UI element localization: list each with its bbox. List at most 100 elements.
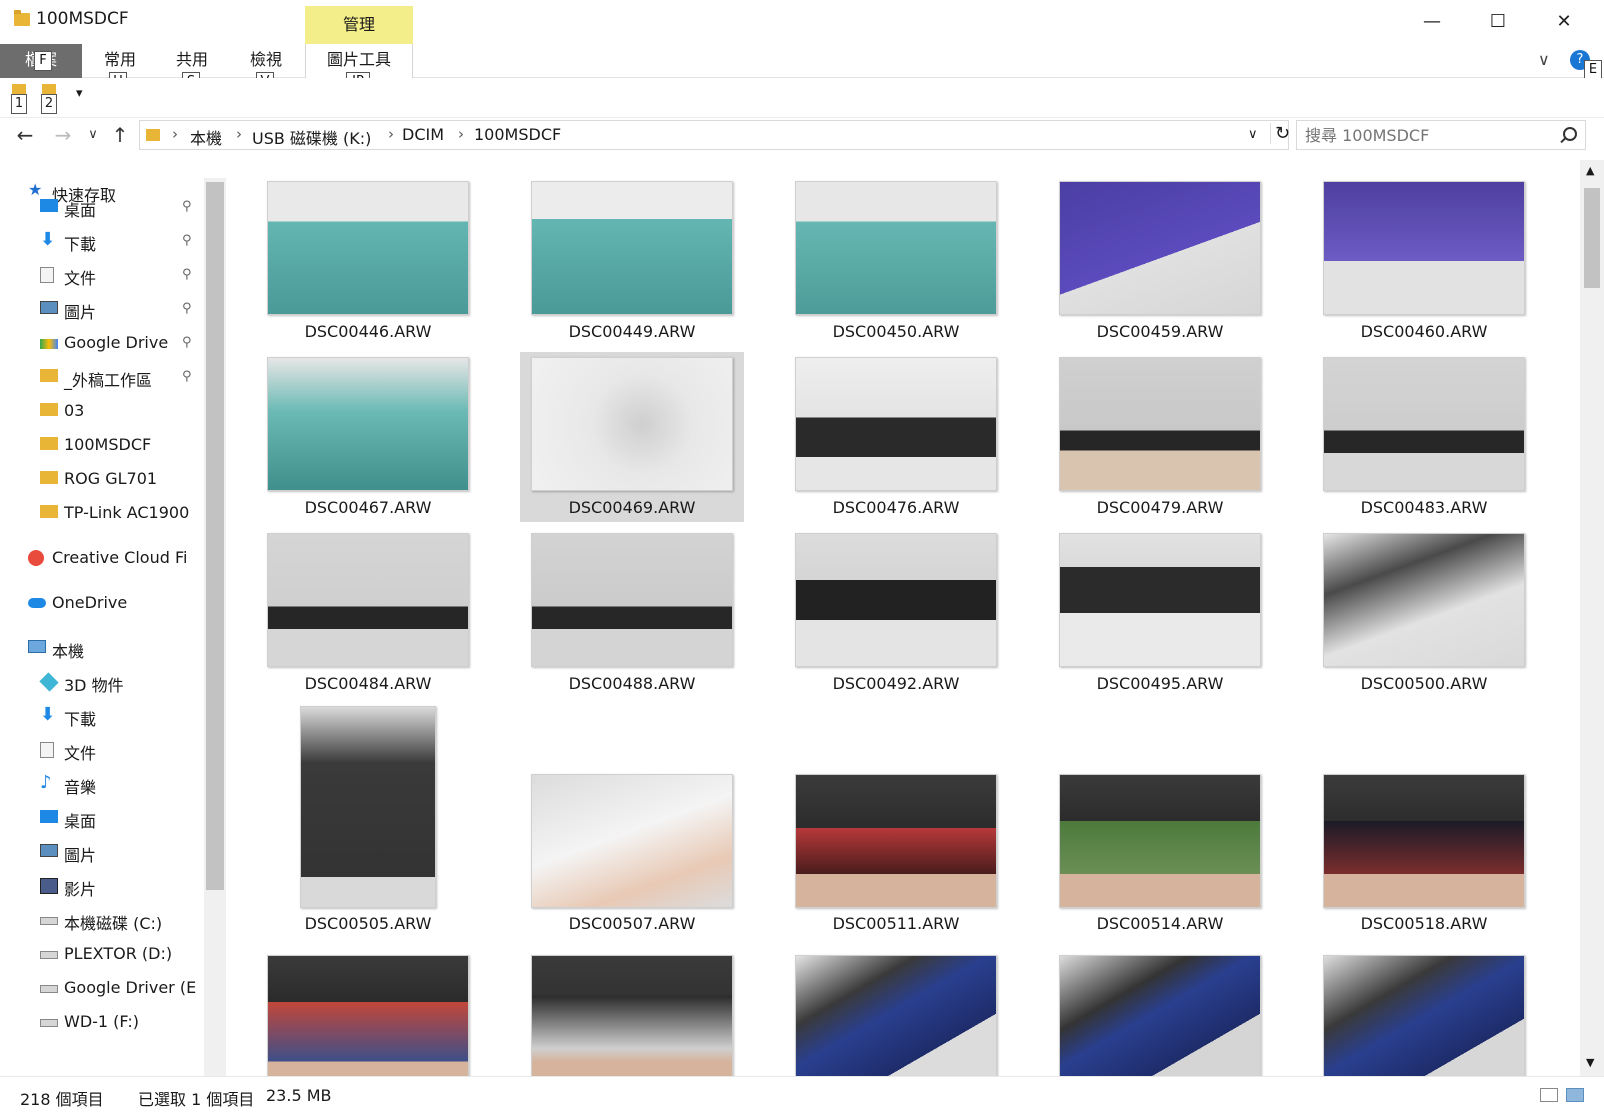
breadcrumb-separator[interactable]: ›	[172, 125, 178, 143]
file-tile[interactable]	[1312, 950, 1536, 1076]
sidebar-item[interactable]: ⬇ 下載	[0, 702, 204, 732]
file-tile[interactable]	[520, 950, 744, 1076]
file-tile[interactable]: DSC00511.ARW	[784, 706, 1008, 933]
sidebar-item[interactable]: PLEXTOR (D:)	[0, 940, 204, 970]
file-tile[interactable]: DSC00483.ARW	[1312, 352, 1536, 522]
sidebar-item[interactable]: ♪ 音樂	[0, 770, 204, 800]
back-button[interactable]: ←	[12, 121, 38, 149]
file-tile[interactable]: DSC00518.ARW	[1312, 706, 1536, 933]
address-dropdown-icon[interactable]: ∨	[1248, 127, 1258, 142]
sidebar-item-label: WD-1 (F:)	[64, 1012, 140, 1031]
minimize-button[interactable]: —	[1408, 6, 1456, 38]
sidebar-item[interactable]: 文件	[0, 736, 204, 766]
up-button[interactable]: ↑	[107, 121, 133, 149]
file-tile[interactable]	[256, 950, 480, 1076]
breadcrumb-this-pc[interactable]: 本機	[190, 125, 222, 149]
address-bar[interactable]: › 本機 › USB 磁碟機 (K:) › DCIM › 100MSDCF ∨ …	[139, 120, 1290, 150]
file-tile[interactable]: DSC00469.ARW	[520, 352, 744, 522]
file-name: DSC00460.ARW	[1360, 322, 1488, 341]
scroll-up-icon[interactable]: ▲	[1586, 164, 1594, 177]
file-tile[interactable]	[784, 950, 1008, 1076]
sidebar-item[interactable]: 桌面	[0, 804, 204, 834]
photo-thumbnail	[795, 955, 997, 1076]
file-name: DSC00449.ARW	[568, 322, 696, 341]
sidebar-item[interactable]: TP-Link AC1900	[0, 499, 204, 529]
file-tile[interactable]: DSC00492.ARW	[784, 528, 1008, 698]
file-tile[interactable]	[1048, 950, 1272, 1076]
breadcrumb-separator[interactable]: ›	[388, 125, 394, 143]
onedrive-icon	[28, 598, 46, 608]
computer-icon	[28, 640, 46, 653]
file-tile[interactable]: DSC00479.ARW	[1048, 352, 1272, 522]
large-icons-view-icon[interactable]	[1566, 1088, 1584, 1102]
sidebar-item[interactable]: 圖片	[0, 838, 204, 868]
search-input[interactable]	[1305, 124, 1555, 146]
scrollbar-thumb[interactable]	[1584, 188, 1600, 288]
file-tile[interactable]: DSC00460.ARW	[1312, 176, 1536, 346]
sidebar-item[interactable]: 桌面 ⚲	[0, 193, 204, 223]
breadcrumb-usb-drive[interactable]: USB 磁碟機 (K:)	[252, 125, 371, 149]
photo-thumbnail	[267, 533, 469, 667]
file-tile[interactable]: DSC00467.ARW	[256, 352, 480, 522]
file-tile[interactable]: DSC00446.ARW	[256, 176, 480, 346]
file-tile[interactable]: DSC00500.ARW	[1312, 528, 1536, 698]
photo-thumbnail	[1323, 181, 1525, 315]
sidebar-item[interactable]: 本機磁碟 (C:)	[0, 906, 204, 936]
manage-context-label[interactable]: 管理	[305, 6, 413, 44]
file-name: DSC00450.ARW	[832, 322, 960, 341]
sidebar-item[interactable]: ROG GL701	[0, 465, 204, 495]
sidebar-item-label: 影片	[64, 880, 97, 899]
navigation-pane-scrollbar[interactable]	[204, 178, 226, 1076]
scrollbar-thumb[interactable]	[206, 182, 224, 890]
file-tile[interactable]: DSC00459.ARW	[1048, 176, 1272, 346]
file-grid-scrollbar[interactable]: ▲ ▼	[1580, 160, 1604, 1076]
sidebar-item[interactable]: Google Driver (E	[0, 974, 204, 1004]
scroll-down-icon[interactable]: ▼	[1586, 1056, 1594, 1069]
file-tile[interactable]: DSC00449.ARW	[520, 176, 744, 346]
breadcrumb-separator[interactable]: ›	[236, 125, 242, 143]
sidebar-item-label: 下載	[64, 710, 97, 729]
search-icon[interactable]	[1563, 127, 1577, 141]
maximize-button[interactable]: ☐	[1474, 6, 1522, 38]
sidebar-item[interactable]: OneDrive	[0, 589, 204, 619]
breadcrumb-dcim[interactable]: DCIM	[402, 125, 444, 144]
file-tile[interactable]: DSC00488.ARW	[520, 528, 744, 698]
file-tile[interactable]: DSC00505.ARW	[256, 706, 480, 933]
file-tile[interactable]: DSC00450.ARW	[784, 176, 1008, 346]
tab-file[interactable]: 檔案 F	[0, 44, 82, 78]
drive-icon	[40, 917, 58, 925]
sidebar-item[interactable]: 3D 物件	[0, 668, 204, 698]
folder-icon	[14, 10, 30, 26]
sidebar-item[interactable]: 本機	[0, 634, 204, 664]
sidebar-item-label: 音樂	[64, 778, 97, 797]
search-box[interactable]	[1296, 120, 1586, 150]
navigation-pane: ★ 快速存取 桌面 ⚲ ⬇ 下載 ⚲ 文件 ⚲ 圖片 ⚲ Google Drive ⚲ _外稿工作區 ⚲ 03…	[0, 178, 204, 1076]
details-view-icon[interactable]	[1540, 1088, 1558, 1102]
ribbon-collapse-icon[interactable]: ∨	[1538, 50, 1550, 69]
sidebar-item[interactable]: WD-1 (F:)	[0, 1008, 204, 1038]
sidebar-item[interactable]: 文件 ⚲	[0, 261, 204, 291]
sidebar-item[interactable]: _外稿工作區 ⚲	[0, 363, 204, 393]
close-button[interactable]: ✕	[1540, 6, 1588, 38]
file-tile[interactable]: DSC00495.ARW	[1048, 528, 1272, 698]
sidebar-item[interactable]: 03	[0, 397, 204, 427]
qat-dropdown-icon[interactable]: ▾	[76, 86, 83, 101]
file-tile[interactable]: DSC00484.ARW	[256, 528, 480, 698]
breadcrumb-separator[interactable]: ›	[458, 125, 464, 143]
refresh-icon[interactable]: ↻	[1270, 123, 1290, 144]
photo-thumbnail	[1059, 357, 1261, 491]
sidebar-item[interactable]: Creative Cloud Fi	[0, 544, 204, 574]
sidebar-item[interactable]: 影片	[0, 872, 204, 902]
sidebar-item[interactable]: 圖片 ⚲	[0, 295, 204, 325]
recent-locations-button[interactable]: ∨	[80, 121, 106, 149]
tab-view-label: 檢視	[249, 50, 282, 69]
photo-thumbnail	[531, 774, 733, 908]
sidebar-item[interactable]: Google Drive ⚲	[0, 329, 204, 359]
sidebar-item[interactable]: 100MSDCF	[0, 431, 204, 461]
forward-button[interactable]: →	[50, 121, 76, 149]
sidebar-item[interactable]: ⬇ 下載 ⚲	[0, 227, 204, 257]
breadcrumb-current[interactable]: 100MSDCF	[474, 125, 561, 144]
file-tile[interactable]: DSC00507.ARW	[520, 706, 744, 933]
file-tile[interactable]: DSC00514.ARW	[1048, 706, 1272, 933]
file-tile[interactable]: DSC00476.ARW	[784, 352, 1008, 522]
